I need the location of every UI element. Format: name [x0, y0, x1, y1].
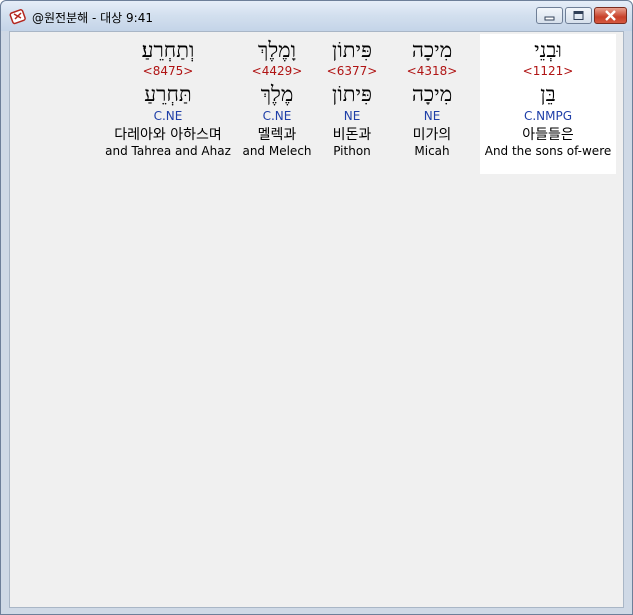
korean-gloss: 다레아와 아하스며: [114, 127, 222, 143]
strong-number[interactable]: <4318>: [392, 64, 472, 78]
hebrew-word: וָמֶלֶךְ: [258, 38, 296, 62]
english-gloss: Pithon: [333, 144, 371, 158]
hebrew-lemma: בֵּן: [540, 82, 556, 106]
korean-gloss: 미가의: [412, 127, 452, 143]
app-window: @원전분해 - 대상 9:41 וּבְנֵי <1121> בֵּן C.NM…: [0, 0, 633, 615]
close-button[interactable]: [594, 7, 627, 24]
morphology-code: C.NMPG: [523, 109, 573, 123]
title-bar[interactable]: @원전분해 - 대상 9:41: [1, 1, 632, 31]
maximize-icon: [573, 11, 584, 20]
hebrew-lemma: תַּחְרֵעַ: [144, 82, 192, 106]
maximize-button[interactable]: [565, 7, 592, 24]
hebrew-word: פִּיתוֹן: [331, 38, 373, 62]
hebrew-lemma: פִּיתוֹן: [331, 82, 373, 106]
morphology-code: C.NE: [262, 109, 292, 123]
strong-number[interactable]: <6377>: [316, 64, 388, 78]
korean-gloss: 아들들은: [522, 127, 574, 143]
hebrew-lemma: מֶלֶךְ: [260, 82, 294, 106]
strong-number[interactable]: <4429>: [238, 64, 316, 78]
english-gloss: and Tahrea and Ahaz: [105, 144, 231, 158]
english-gloss: Micah: [414, 144, 450, 158]
morphology-code: NE: [423, 109, 441, 123]
korean-gloss: 비돈과: [332, 127, 372, 143]
morphology-code: C.NE: [153, 109, 183, 123]
window-title: @원전분해 - 대상 9:41: [32, 11, 153, 25]
english-gloss: And the sons of-were: [484, 144, 612, 158]
hebrew-word: וּבְנֵי: [534, 38, 562, 62]
morphology-code: NE: [343, 109, 361, 123]
word-block-3[interactable]: פִּיתוֹן <6377> פִּיתוֹן NE 비돈과 Pithon: [316, 34, 388, 159]
word-block-1[interactable]: וּבְנֵי <1121> בֵּן C.NMPG 아들들은 And the …: [480, 34, 616, 174]
strong-number[interactable]: <8475>: [104, 64, 232, 78]
strong-number[interactable]: <1121>: [480, 64, 616, 78]
hebrew-word: וְתַחְרֵעַ׃: [141, 38, 195, 62]
close-icon: [605, 10, 616, 21]
english-gloss: and Melech: [242, 144, 312, 158]
hebrew-lemma: מִיכָה: [411, 82, 453, 106]
hebrew-word: מִיכָה: [411, 38, 453, 62]
minimize-button[interactable]: [536, 7, 563, 24]
word-block-4[interactable]: וָמֶלֶךְ <4429> מֶלֶךְ C.NE 멜렉과 and Mele…: [238, 34, 316, 159]
minimize-icon: [544, 16, 555, 21]
korean-gloss: 멜렉과: [257, 127, 297, 143]
app-bible-icon[interactable]: [9, 7, 27, 25]
word-block-2[interactable]: מִיכָה <4318> מִיכָה NE 미가의 Micah: [392, 34, 472, 159]
interlinear-view: וּבְנֵי <1121> בֵּן C.NMPG 아들들은 And the …: [9, 31, 624, 608]
word-block-5[interactable]: וְתַחְרֵעַ׃ <8475> תַּחְרֵעַ C.NE 다레아와 아…: [104, 34, 232, 159]
window-controls: [534, 7, 627, 25]
